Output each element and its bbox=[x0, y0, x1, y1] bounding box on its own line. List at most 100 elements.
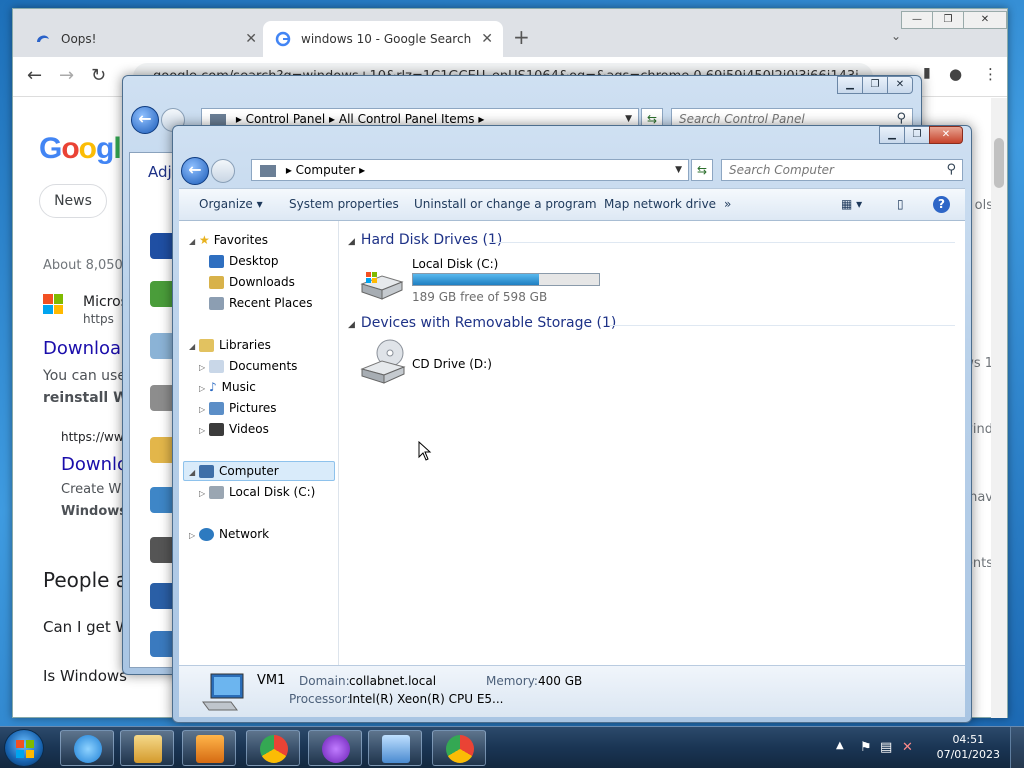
window-controls: ▁ ❐ ✕ bbox=[837, 76, 913, 94]
explorer-main: ◢ ★ Favorites Desktop Downloads Recent Pla… bbox=[179, 221, 965, 665]
dropdown-arrow-icon[interactable]: ▼ bbox=[675, 160, 682, 180]
taskbar-app-button[interactable] bbox=[308, 730, 362, 766]
drive-label[interactable]: CD Drive (D:) bbox=[412, 357, 492, 371]
close-button[interactable]: ✕ bbox=[887, 76, 913, 94]
tab-google-search[interactable]: windows 10 - Google Search ✕ bbox=[263, 21, 503, 57]
taskbar-chrome-button[interactable] bbox=[246, 730, 300, 766]
taskbar-explorer-button[interactable] bbox=[120, 730, 174, 766]
refresh-icon[interactable]: ⇆ bbox=[691, 159, 713, 181]
reload-icon[interactable]: ↻ bbox=[91, 65, 106, 86]
cd-drive-icon[interactable] bbox=[358, 339, 408, 385]
back-button[interactable]: ← bbox=[131, 106, 159, 134]
nav-item-favorites[interactable]: ◢ ★ Favorites bbox=[189, 233, 268, 247]
page-scrollbar[interactable] bbox=[991, 98, 1007, 718]
group-header-hdd[interactable]: ◢ Hard Disk Drives (1) bbox=[348, 232, 502, 248]
close-button[interactable]: ✕ bbox=[929, 126, 963, 144]
nav-label: Recent Places bbox=[229, 296, 313, 310]
media-player-icon bbox=[196, 735, 224, 763]
chevron-down-icon[interactable]: ⌄ bbox=[891, 29, 901, 43]
nav-item-downloads[interactable]: Downloads bbox=[209, 275, 295, 289]
start-button[interactable] bbox=[4, 729, 44, 767]
search-icon[interactable]: ⚲ bbox=[946, 160, 956, 180]
uninstall-program-button[interactable]: Uninstall or change a program bbox=[414, 197, 597, 211]
view-options-icon[interactable]: ▦ ▾ bbox=[841, 197, 862, 211]
group-divider bbox=[490, 242, 955, 243]
map-network-drive-button[interactable]: Map network drive bbox=[604, 197, 716, 211]
detail-key: Domain: bbox=[299, 674, 350, 688]
nav-item-desktop[interactable]: Desktop bbox=[209, 254, 279, 268]
sidebar-icon[interactable]: ▮ bbox=[923, 65, 931, 81]
drive-label[interactable]: Local Disk (C:) bbox=[412, 257, 498, 271]
mask-app-icon bbox=[322, 735, 350, 763]
network-status-icon[interactable]: ▤ bbox=[880, 740, 892, 755]
profile-icon[interactable]: ● bbox=[949, 65, 962, 83]
group-header-removable[interactable]: ◢ Devices with Removable Storage (1) bbox=[348, 315, 616, 331]
close-button[interactable]: ✕ bbox=[963, 11, 1007, 29]
nav-item-music[interactable]: ▷ ♪ Music bbox=[199, 380, 256, 394]
minimize-button[interactable]: — bbox=[901, 11, 933, 29]
nav-item-documents[interactable]: ▷ Documents bbox=[199, 359, 297, 373]
breadcrumb-item[interactable]: All Control Panel Items bbox=[339, 112, 475, 126]
group-label: Hard Disk Drives (1) bbox=[360, 232, 503, 248]
tab-oops[interactable]: Oops! ✕ bbox=[23, 21, 267, 57]
result-url[interactable]: https bbox=[83, 312, 114, 326]
breadcrumb-item[interactable]: Computer bbox=[296, 163, 356, 177]
organize-button[interactable]: Organize ▾ bbox=[199, 197, 263, 211]
nav-item-videos[interactable]: ▷ Videos bbox=[199, 422, 269, 436]
maximize-button[interactable]: ❐ bbox=[932, 11, 964, 29]
nav-label: Computer bbox=[219, 464, 279, 478]
nav-item-local-disk[interactable]: ▷ Local Disk (C:) bbox=[199, 485, 315, 499]
action-center-flag-icon[interactable]: ⚑ bbox=[860, 740, 872, 755]
close-tab-icon[interactable]: ✕ bbox=[481, 31, 493, 47]
disk-usage-fill bbox=[413, 274, 540, 285]
question-item[interactable]: Can I get W bbox=[43, 618, 130, 636]
maximize-button[interactable]: ❐ bbox=[862, 76, 888, 94]
question-item[interactable]: Is Windows bbox=[43, 667, 127, 685]
result-title-link[interactable]: Downloa bbox=[43, 338, 121, 359]
system-properties-button[interactable]: System properties bbox=[289, 197, 399, 211]
hard-disk-icon[interactable] bbox=[358, 266, 406, 302]
clock[interactable]: 04:51 07/01/2023 bbox=[937, 732, 1000, 762]
help-icon[interactable]: ? bbox=[933, 196, 950, 213]
breadcrumb-item[interactable]: Control Panel bbox=[246, 112, 326, 126]
search-input[interactable]: Search Computer ⚲ bbox=[721, 159, 963, 181]
scrollbar-thumb[interactable] bbox=[994, 138, 1004, 188]
forward-button[interactable] bbox=[211, 159, 235, 183]
minimize-button[interactable]: ▁ bbox=[879, 126, 905, 144]
results-count: About 8,050, bbox=[43, 258, 127, 273]
back-arrow-icon[interactable]: ← bbox=[27, 65, 42, 86]
detail-key: Processor: bbox=[289, 692, 351, 706]
content-pane: ◢ Hard Disk Drives (1) Local Disk (C:) 18… bbox=[340, 221, 965, 665]
news-chip[interactable]: News bbox=[39, 184, 107, 218]
clock-time: 04:51 bbox=[952, 733, 985, 746]
taskbar-chrome-button-2[interactable] bbox=[432, 730, 486, 766]
maximize-button[interactable]: ❐ bbox=[904, 126, 930, 144]
videos-icon bbox=[209, 423, 224, 436]
minimize-button[interactable]: ▁ bbox=[837, 76, 863, 94]
result-title-link[interactable]: Downlo bbox=[61, 454, 128, 475]
preview-pane-icon[interactable]: ▯ bbox=[897, 197, 904, 211]
show-desktop-button[interactable] bbox=[1010, 727, 1024, 768]
close-tab-icon[interactable]: ✕ bbox=[245, 31, 257, 47]
nav-item-computer[interactable]: ◢ Computer bbox=[189, 464, 279, 478]
show-hidden-icons-icon[interactable]: ▲ bbox=[836, 740, 844, 751]
windows-logo-icon bbox=[16, 740, 34, 758]
nav-item-libraries[interactable]: ◢ Libraries bbox=[189, 338, 271, 352]
drive-icon bbox=[209, 486, 224, 499]
music-icon: ♪ bbox=[209, 380, 217, 394]
taskbar-media-player-button[interactable] bbox=[182, 730, 236, 766]
address-bar[interactable]: ▸ Computer ▸ ▼ bbox=[251, 159, 689, 181]
more-commands-button[interactable]: » bbox=[724, 197, 731, 211]
back-button[interactable]: ← bbox=[181, 157, 209, 185]
nav-item-recent[interactable]: Recent Places bbox=[209, 296, 312, 310]
taskbar-ie-button[interactable] bbox=[60, 730, 114, 766]
volume-muted-icon[interactable]: ✕ bbox=[902, 740, 913, 755]
nav-item-network[interactable]: ▷ Network bbox=[189, 527, 269, 541]
forward-arrow-icon[interactable]: → bbox=[59, 65, 74, 86]
collapse-icon: ◢ bbox=[348, 237, 355, 247]
menu-icon[interactable]: ⋮ bbox=[983, 65, 998, 83]
taskbar-control-panel-button[interactable] bbox=[368, 730, 422, 766]
new-tab-icon[interactable]: + bbox=[513, 25, 530, 49]
nav-label: Local Disk (C:) bbox=[229, 485, 316, 499]
nav-item-pictures[interactable]: ▷ Pictures bbox=[199, 401, 277, 415]
